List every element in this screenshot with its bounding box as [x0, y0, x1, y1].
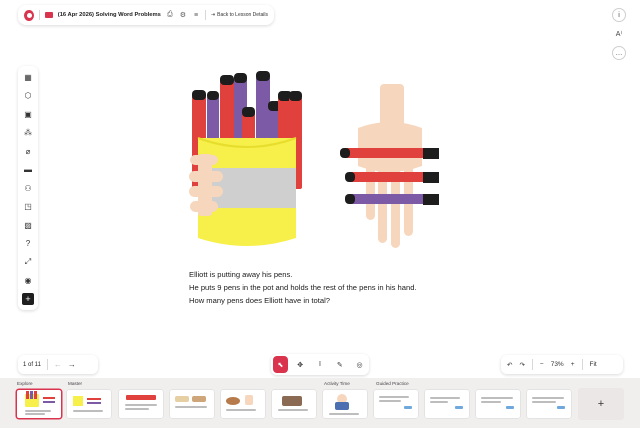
zoom-controls: ↶ ↷ − 73% + Fit: [501, 355, 623, 374]
read-aloud-icon: A⁾: [615, 31, 623, 38]
stamp-icon[interactable]: ◉: [22, 275, 34, 287]
divider: [531, 359, 533, 370]
fit-button[interactable]: Fit: [590, 361, 597, 368]
divider: [38, 10, 40, 20]
slide-thumbnail[interactable]: [67, 390, 111, 418]
slide-thumbnail[interactable]: [272, 390, 316, 418]
question-line-3: How many pens does Elliott have in total…: [189, 296, 330, 305]
lesson-title[interactable]: (16 Apr 2026) Solving Word Problems: [58, 12, 161, 18]
question-text: Elliott is putting away his pens. He put…: [189, 268, 417, 307]
exit-icon: ⇥: [210, 12, 216, 18]
section-label-master: Master: [68, 381, 83, 386]
lesson-badge-icon: [44, 12, 53, 18]
settings-icon[interactable]: ⚙: [179, 11, 187, 19]
users-icon[interactable]: ⚇: [22, 182, 34, 194]
slide-thumbnail[interactable]: [119, 390, 163, 418]
shapes-icon[interactable]: ⁂: [22, 127, 34, 139]
slide-thumbnail[interactable]: [527, 390, 571, 418]
section-label-guided-practice: Guided Practice: [376, 381, 409, 386]
divider: [205, 10, 206, 20]
info-icon: i: [618, 11, 620, 19]
image-frame-icon[interactable]: ▣: [22, 108, 34, 120]
slide-pager: 1 of 11 ← →: [18, 355, 98, 374]
cube-icon[interactable]: ⬡: [22, 90, 34, 102]
zoom-in-icon[interactable]: +: [571, 361, 575, 368]
add-slide-button[interactable]: +: [578, 388, 624, 420]
slide-thumbnail[interactable]: [374, 390, 418, 418]
open-hand: [358, 84, 422, 248]
resize-icon[interactable]: ⤢: [22, 256, 34, 268]
back-to-lesson-label: Back to Lesson Details: [217, 12, 268, 18]
slide-thumbnail[interactable]: [221, 390, 265, 418]
prev-slide-icon[interactable]: ←: [54, 360, 62, 369]
pens-illustration: [189, 71, 439, 248]
section-label-explore: Explore: [17, 381, 33, 386]
divider: [46, 359, 48, 370]
question-line-2: He puts 9 pens in the pot and holds the …: [189, 283, 417, 292]
select-tool-icon[interactable]: ⬉: [273, 356, 288, 373]
accessibility-button[interactable]: A⁾: [612, 27, 626, 41]
attachment-icon[interactable]: ⌀: [22, 145, 34, 157]
left-toolbar: ▦ ⬡ ▣ ⁂ ⌀ ▬ ⚇ ◳ ▨ ? ⤢ ◉ +: [18, 66, 38, 310]
layout-icon[interactable]: ▦: [22, 71, 34, 83]
chat-icon: …: [615, 49, 623, 57]
canvas-tools: ⬉ ✥ I ✎ ◎: [271, 354, 369, 375]
ruler-icon[interactable]: ▬: [22, 164, 34, 176]
slide-thumbnail[interactable]: [170, 390, 214, 418]
next-slide-icon[interactable]: →: [68, 360, 76, 369]
slide-thumbnail[interactable]: [17, 390, 61, 418]
app-logo[interactable]: [24, 9, 34, 21]
add-slide-icon: +: [597, 398, 605, 410]
zoom-out-icon[interactable]: −: [540, 361, 544, 368]
redo-icon[interactable]: ↷: [519, 361, 524, 369]
slide-counter: 1 of 11: [23, 361, 41, 368]
stamp-tool-icon[interactable]: ◎: [352, 356, 367, 373]
question-line-1: Elliott is putting away his pens.: [189, 270, 293, 279]
sticky-note-icon[interactable]: ◳: [22, 201, 34, 213]
info-button[interactable]: i: [612, 8, 626, 22]
undo-icon[interactable]: ↶: [507, 361, 512, 369]
back-to-lesson-link[interactable]: ⇥ Back to Lesson Details: [211, 12, 268, 18]
print-icon[interactable]: ⎙: [166, 11, 174, 19]
slide-thumbnail[interactable]: [425, 390, 469, 418]
section-label-activity-time: Activity Time: [324, 381, 350, 386]
picture-icon[interactable]: ▨: [22, 219, 34, 231]
menu-icon[interactable]: ≡: [192, 12, 200, 19]
zoom-level: 73%: [550, 361, 564, 368]
divider: [581, 359, 583, 370]
text-tool-icon[interactable]: I: [313, 356, 328, 373]
add-icon[interactable]: +: [22, 293, 34, 305]
chat-button[interactable]: …: [612, 46, 626, 60]
slide-thumbnail[interactable]: [323, 390, 367, 418]
pen-tool-icon[interactable]: ✎: [332, 356, 347, 373]
hand-pens: [340, 148, 439, 205]
question-box-icon[interactable]: ?: [22, 238, 34, 250]
move-tool-icon[interactable]: ✥: [293, 356, 308, 373]
slide-thumbnail[interactable]: [476, 390, 520, 418]
top-bar: (16 Apr 2026) Solving Word Problems ⎙ ⚙ …: [18, 5, 274, 25]
